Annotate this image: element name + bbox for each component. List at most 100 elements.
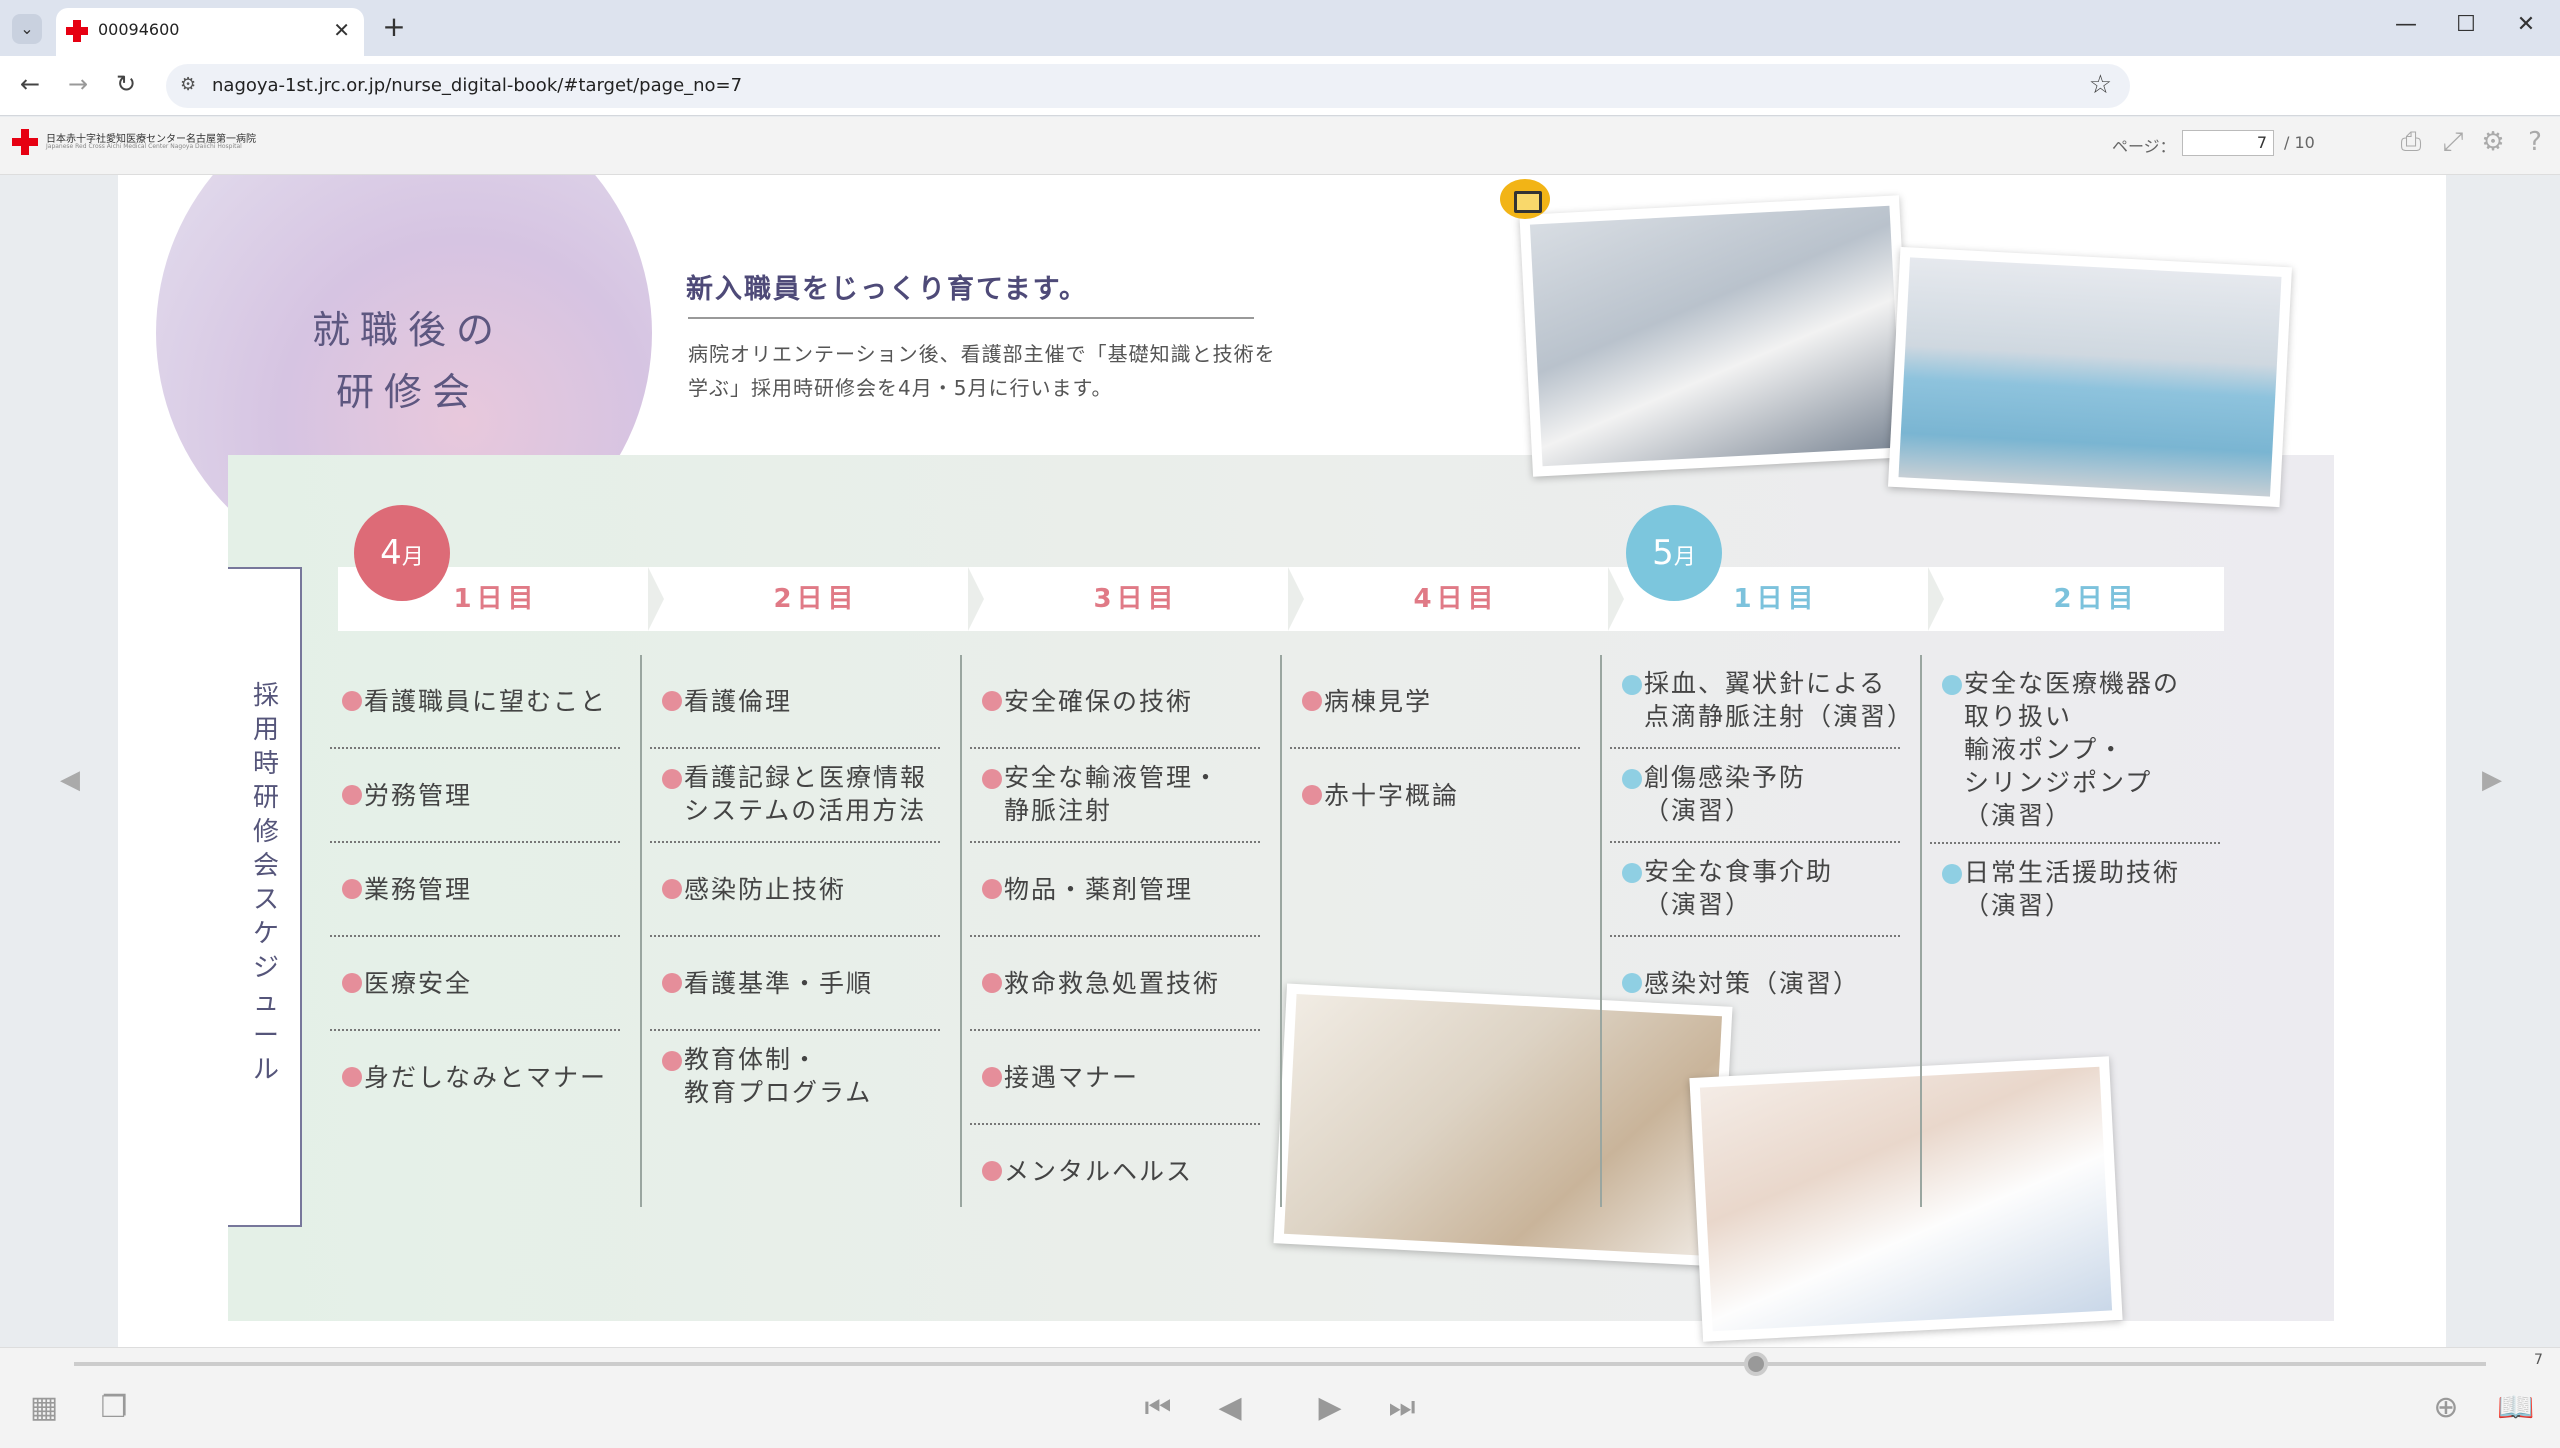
day-header-4: 4日目 — [1413, 584, 1499, 614]
tab-search-button[interactable]: ⌄ — [12, 14, 42, 44]
viewer-toolbar: 日本赤十字社愛知医療センター名古屋第一病院 Japanese Red Cross… — [0, 117, 2560, 175]
schedule-item-text: 物品・薬剤管理 — [1004, 875, 1194, 904]
url-input[interactable]: ⚙ nagoya-1st.jrc.or.jp/nurse_digital-boo… — [166, 64, 2130, 108]
print-icon[interactable]: ⎙ — [2394, 127, 2428, 158]
day-divider-chevron — [1608, 567, 1624, 631]
schedule-item: 創傷感染予防 （演習） — [1610, 749, 1900, 843]
schedule-item: 接遇マナー — [970, 1031, 1260, 1125]
schedule-item: 物品・薬剤管理 — [970, 843, 1260, 937]
schedule-item-text: 日常生活援助技術 （演習） — [1964, 858, 2181, 920]
schedule-item-text: 安全確保の技術 — [1004, 687, 1194, 716]
day-divider-chevron — [968, 567, 984, 631]
image-popup-icon[interactable] — [1500, 179, 1550, 219]
logo-subname: Japanese Red Cross Aichi Medical Center … — [46, 143, 242, 150]
subtitle-divider — [688, 317, 1254, 319]
description: 病院オリエンテーション後、看護部主催で「基礎知識と技術を学ぶ」採用時研修会を4月… — [688, 342, 1276, 400]
reload-icon[interactable]: ↻ — [106, 70, 146, 98]
month-unit: 月 — [1673, 545, 1696, 570]
schedule-item-text: 業務管理 — [364, 875, 473, 904]
bullet-dot-icon — [662, 1051, 682, 1071]
schedule-item-text: 接遇マナー — [1004, 1063, 1140, 1092]
settings-gear-icon[interactable]: ⚙ — [2476, 127, 2510, 157]
schedule-item: 看護記録と医療情報 システムの活用方法 — [650, 749, 940, 843]
schedule-column-5: 採血、翼状針による 点滴静脈注射（演習） 創傷感染予防 （演習） 安全な食事介助 （演習）… — [1610, 655, 1912, 1031]
training-photo-bed[interactable] — [1519, 195, 1913, 477]
page-list-icon[interactable]: ❐ — [92, 1390, 136, 1425]
fullscreen-icon[interactable]: ⤢ — [2436, 127, 2470, 158]
schedule-item-text: 教育体制・ 教育プログラム — [684, 1045, 873, 1107]
column-separator — [1920, 655, 1922, 1207]
bullet-dot-icon — [662, 973, 682, 993]
bullet-dot-icon — [982, 769, 1002, 789]
new-tab-button[interactable]: + — [378, 10, 410, 43]
bullet-dot-icon — [342, 785, 362, 805]
thumbnails-grid-icon[interactable]: ▦ — [22, 1390, 66, 1425]
back-icon[interactable]: ← — [10, 70, 50, 98]
bullet-dot-icon — [662, 769, 682, 789]
schedule-item: 安全な輸液管理・ 静脈注射 — [970, 749, 1260, 843]
page-slider[interactable] — [74, 1362, 2486, 1366]
schedule-item: 病棟見学 — [1290, 655, 1580, 749]
bullet-dot-icon — [662, 879, 682, 899]
schedule-column-1: 看護職員に望むこと 労務管理 業務管理 医療安全 身だしなみとマナー — [330, 655, 620, 1125]
training-photo-gowns[interactable] — [1887, 246, 2293, 508]
book-stage: ◀ ▶ 就職後の研修会 新入職員をじっくり育てます。 病院オリエンテーション後、… — [0, 175, 2560, 1347]
schedule-item-text: 感染対策（演習） — [1644, 969, 1861, 998]
close-window-button[interactable]: ✕ — [2506, 12, 2546, 37]
bullet-dot-icon — [982, 1067, 1002, 1087]
next-page-icon[interactable]: ▶ — [1308, 1390, 1352, 1425]
book-mode-icon[interactable]: 📖 — [2494, 1390, 2538, 1425]
bullet-dot-icon — [662, 691, 682, 711]
maximize-button[interactable]: ☐ — [2446, 12, 2486, 37]
month-unit: 月 — [401, 545, 424, 570]
address-bar-row: ← → ↻ ⚙ nagoya-1st.jrc.or.jp/nurse_digit… — [0, 56, 2560, 116]
vertical-label-text: 採用時研修会スケジュール — [252, 681, 279, 1085]
page-total: / 10 — [2284, 133, 2315, 152]
schedule-item-text: 感染防止技術 — [684, 875, 847, 904]
site-info-icon[interactable]: ⚙ — [180, 74, 196, 95]
prev-page-icon[interactable]: ◀ — [1208, 1390, 1252, 1425]
forward-icon[interactable]: → — [58, 70, 98, 98]
minimize-button[interactable]: — — [2386, 12, 2426, 37]
next-page-arrow-icon[interactable]: ▶ — [2482, 765, 2502, 795]
schedule-item: 安全な医療機器の 取り扱い 輸液ポンプ・ シリンジポンプ （演習） — [1930, 655, 2220, 844]
bullet-dot-icon — [1302, 691, 1322, 711]
schedule-item: 感染防止技術 — [650, 843, 940, 937]
schedule-item: 労務管理 — [330, 749, 620, 843]
bullet-dot-icon — [982, 1161, 1002, 1181]
bullet-dot-icon — [1622, 863, 1642, 883]
tab-close-icon[interactable]: ✕ — [333, 18, 350, 42]
prev-page-arrow-icon[interactable]: ◀ — [60, 765, 80, 795]
bullet-dot-icon — [342, 973, 362, 993]
schedule-column-2: 看護倫理 看護記録と医療情報 システムの活用方法 感染防止技術 看護基準・手順 教育体制・… — [650, 655, 940, 1125]
schedule-item-text: 看護職員に望むこと — [364, 687, 608, 716]
zoom-in-icon[interactable]: ⊕ — [2424, 1390, 2468, 1425]
schedule-item: 看護職員に望むこと — [330, 655, 620, 749]
schedule-item-text: 安全な輸液管理・ 静脈注射 — [1004, 763, 1221, 825]
browser-tab[interactable]: 00094600 ✕ — [56, 8, 364, 56]
schedule-item-text: 安全な食事介助 （演習） — [1644, 857, 1834, 919]
schedule-item: 安全な食事介助 （演習） — [1610, 843, 1900, 937]
schedule-column-6: 安全な医療機器の 取り扱い 輸液ポンプ・ シリンジポンプ （演習） 日常生活援助技術 （演習… — [1930, 655, 2220, 938]
bookmark-star-icon[interactable]: ☆ — [2089, 70, 2112, 100]
help-icon[interactable]: ? — [2518, 127, 2552, 157]
bullet-dot-icon — [1942, 864, 1962, 884]
page-heading: 就職後の研修会 — [311, 308, 504, 414]
schedule-item-text: 看護記録と医療情報 システムの活用方法 — [684, 763, 928, 825]
schedule-item: 安全確保の技術 — [970, 655, 1260, 749]
schedule-item: 救命救急処置技術 — [970, 937, 1260, 1031]
page-number-input[interactable]: 7 — [2182, 130, 2274, 156]
column-separator — [960, 655, 962, 1207]
page-slider-knob[interactable] — [1744, 1352, 1768, 1376]
nurses-photo[interactable] — [1689, 1056, 2123, 1342]
last-page-icon[interactable]: ⏭ — [1380, 1390, 1424, 1425]
schedule-item: 教育体制・ 教育プログラム — [650, 1031, 940, 1125]
schedule-item: 赤十字概論 — [1290, 749, 1580, 843]
schedule-item-text: 労務管理 — [364, 781, 473, 810]
bullet-dot-icon — [982, 973, 1002, 993]
column-separator — [1280, 655, 1282, 1207]
page-label: ページ： — [2112, 137, 2176, 156]
schedule-item-text: 安全な医療機器の 取り扱い 輸液ポンプ・ シリンジポンプ （演習） — [1964, 669, 2181, 830]
first-page-icon[interactable]: ⏮ — [1136, 1390, 1180, 1425]
day-header-row: 1日目 2日目 3日目 4日目 1日目 2日目 — [338, 567, 2224, 631]
